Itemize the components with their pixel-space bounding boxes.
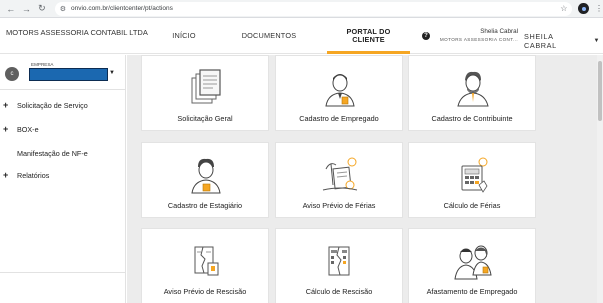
- scrollbar-thumb[interactable]: [598, 61, 602, 121]
- contributor-icon: [457, 71, 489, 107]
- nav-documentos[interactable]: DOCUMENTOS: [232, 18, 306, 54]
- sidebar-item-manifestacao[interactable]: Manifestação de NF-e: [0, 146, 126, 160]
- nav-inicio[interactable]: INÍCIO: [162, 18, 206, 54]
- user-menu-label: SHEILA CABRAL: [524, 32, 557, 50]
- card-calculo-ferias[interactable]: Cálculo de Férias: [408, 142, 536, 218]
- card-label: Aviso Prévio de Férias: [302, 201, 376, 210]
- calculator-icon: [461, 157, 488, 193]
- sidebar-item-label: Solicitação de Serviço: [17, 100, 88, 110]
- back-arrow-icon[interactable]: ←: [5, 3, 17, 15]
- sidebar-item-relatorios[interactable]: + Relatórios: [0, 168, 126, 182]
- chevron-down-icon: ▼: [593, 38, 600, 44]
- employee-leave-icon: [454, 245, 492, 280]
- browser-menu-icon[interactable]: ⋮: [595, 4, 603, 13]
- card-cadastro-estagiario[interactable]: Cadastro de Estagiário: [141, 142, 269, 218]
- card-label: Afastamento de Empregado: [426, 287, 518, 296]
- termination-notice-icon: [194, 246, 219, 276]
- browser-profile-icon[interactable]: [578, 3, 589, 14]
- card-label: Cadastro de Estagiário: [167, 201, 243, 210]
- termination-calculation-icon: [328, 246, 350, 276]
- card-calculo-rescisao[interactable]: Cálculo de Rescisão: [275, 228, 403, 303]
- help-icon[interactable]: ?: [422, 32, 430, 40]
- card-label: Aviso Prévio de Rescisão: [163, 287, 247, 296]
- company-selector[interactable]: c EMPRESA ▼: [0, 55, 126, 90]
- vacation-notice-icon: [322, 157, 358, 191]
- actions-grid: Solicitação Geral Cadastro de Empregado: [127, 55, 603, 303]
- card-label: Cálculo de Rescisão: [305, 287, 373, 296]
- app-header: MOTORS ASSESSORIA CONTABIL LTDA INÍCIO D…: [0, 18, 603, 54]
- caret-down-icon[interactable]: ▼: [109, 70, 115, 76]
- card-aviso-previo-ferias[interactable]: Aviso Prévio de Férias: [275, 142, 403, 218]
- reload-icon[interactable]: ↻: [36, 3, 48, 15]
- sidebar-divider: [0, 272, 126, 273]
- address-bar[interactable]: ⚙ onvio.com.br/clientcenter/pt/actions ☆: [54, 1, 573, 16]
- card-cadastro-empregado[interactable]: Cadastro de Empregado: [275, 55, 403, 131]
- sidebar-item-box-e[interactable]: + BOX-e: [0, 122, 126, 136]
- card-afastamento-empregado[interactable]: Afastamento de Empregado: [408, 228, 536, 303]
- card-label: Cálculo de Férias: [443, 201, 501, 210]
- browser-toolbar: ← → ↻ ⚙ onvio.com.br/clientcenter/pt/act…: [0, 0, 603, 18]
- url-text: onvio.com.br/clientcenter/pt/actions: [70, 5, 173, 12]
- card-label: Cadastro de Empregado: [299, 114, 379, 123]
- nav-portal-do-cliente[interactable]: PORTAL DO CLIENTE: [327, 18, 410, 54]
- card-aviso-previo-rescisao[interactable]: Aviso Prévio de Rescisão: [141, 228, 269, 303]
- company-avatar: c: [5, 67, 19, 81]
- plus-icon: +: [3, 100, 9, 110]
- app-window: ← → ↻ ⚙ onvio.com.br/clientcenter/pt/act…: [0, 0, 603, 303]
- documents-icon: [191, 69, 221, 104]
- main-scrollbar[interactable]: [597, 55, 603, 303]
- sidebar-item-label: BOX-e: [17, 124, 39, 134]
- user-menu-dropdown[interactable]: SHEILA CABRAL ▼: [524, 32, 600, 50]
- plus-icon: +: [3, 124, 9, 134]
- forward-arrow-icon[interactable]: →: [21, 3, 33, 15]
- site-settings-icon[interactable]: ⚙: [60, 5, 66, 13]
- card-solicitacao-geral[interactable]: Solicitação Geral: [141, 55, 269, 131]
- employee-icon: [325, 74, 355, 107]
- company-name-redacted: [29, 68, 108, 81]
- bookmark-star-icon[interactable]: ☆: [560, 4, 567, 13]
- sidebar-item-label: Relatórios: [17, 170, 50, 180]
- intern-icon: [191, 158, 221, 194]
- sidebar-item-solicitacao[interactable]: + Solicitação de Serviço: [0, 98, 126, 112]
- card-label: Cadastro de Contribuinte: [431, 114, 513, 123]
- user-info: Shelia Cabral MOTORS ASSESSORIA CONT...: [438, 28, 518, 42]
- user-company: MOTORS ASSESSORIA CONT...: [439, 37, 518, 42]
- empresa-label: EMPRESA: [31, 62, 54, 67]
- sidebar-item-label: Manifestação de NF-e: [17, 148, 88, 158]
- sidebar: c EMPRESA ▼ + Solicitação de Serviço + B…: [0, 55, 126, 303]
- plus-icon: +: [3, 170, 9, 180]
- company-title: MOTORS ASSESSORIA CONTABIL LTDA: [6, 28, 148, 37]
- card-cadastro-contribuinte[interactable]: Cadastro de Contribuinte: [408, 55, 536, 131]
- user-name: Shelia Cabral: [480, 28, 518, 35]
- nav-portal-label: PORTAL DO CLIENTE: [346, 27, 391, 44]
- card-label: Solicitação Geral: [177, 114, 233, 123]
